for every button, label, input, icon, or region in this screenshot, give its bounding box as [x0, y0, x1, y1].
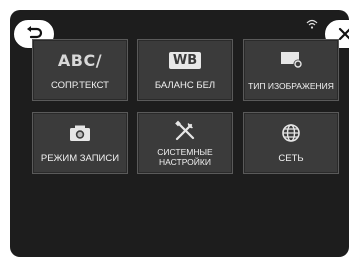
camera-icon — [70, 125, 90, 141]
close-icon — [338, 27, 349, 41]
globe-icon — [282, 124, 300, 142]
menu-item-label: РЕЖИМ ЗАПИСИ — [40, 153, 120, 164]
tools-icon — [175, 120, 195, 141]
menu-item-record-mode[interactable]: РЕЖИМ ЗАПИСИ — [32, 112, 128, 174]
menu-item-label: СИСТЕМНЫЕ НАСТРОЙКИ — [157, 147, 213, 167]
menu-item-label: СОПР.ТЕКСТ — [51, 80, 109, 91]
menu-item-system-settings[interactable]: СИСТЕМНЫЕ НАСТРОЙКИ — [137, 112, 233, 174]
menu-item-label: СЕТЬ — [278, 153, 304, 164]
abc-text-icon: ABC/ — [57, 50, 103, 70]
camera-menu-screen: ABC/ СОПР.ТЕКСТ WB БАЛАНС БЕЛ ТИП ИЗОБРА… — [10, 10, 349, 257]
menu-item-network[interactable]: СЕТЬ — [243, 112, 339, 174]
picture-type-icon — [281, 52, 303, 69]
menu-item-text-tracking[interactable]: ABC/ СОПР.ТЕКСТ — [32, 39, 128, 101]
menu-item-white-balance[interactable]: WB БАЛАНС БЕЛ — [137, 39, 233, 101]
menu-item-label: БАЛАНС БЕЛ — [154, 80, 216, 91]
wifi-icon — [306, 19, 318, 29]
white-balance-icon: WB — [168, 51, 202, 69]
menu-item-label: ТИП ИЗОБРАЖЕНИЯ — [248, 81, 334, 91]
menu-item-picture-type[interactable]: ТИП ИЗОБРАЖЕНИЯ — [243, 39, 339, 101]
